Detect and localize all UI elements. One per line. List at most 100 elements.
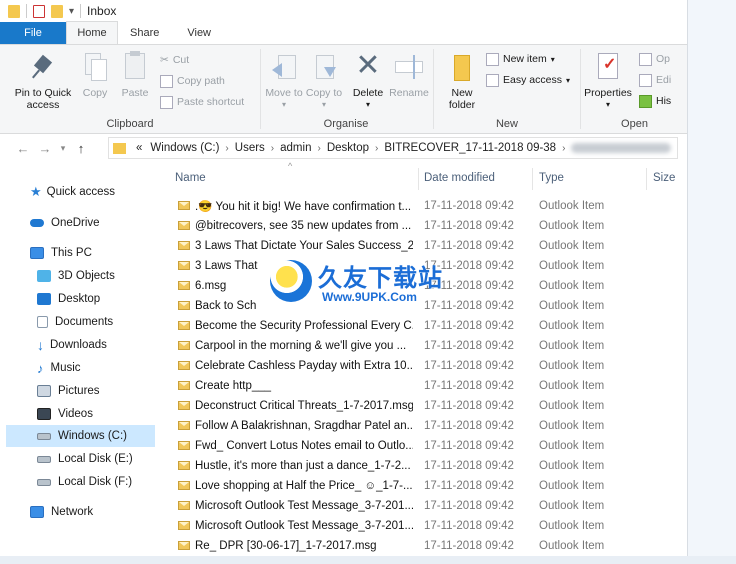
table-row[interactable]: Fwd_ Convert Lotus Notes email to Outlo.… <box>158 436 687 456</box>
easy-access-button[interactable]: Easy access ▾ <box>486 71 570 89</box>
file-name: Deconstruct Critical Threats_1-7-2017.ms… <box>195 400 413 412</box>
column-type[interactable]: Type <box>539 172 564 184</box>
nav-item-network[interactable]: Network <box>0 501 155 523</box>
copy-path-button[interactable]: Copy path <box>160 72 225 90</box>
table-row[interactable]: Celebrate Cashless Payday with Extra 10.… <box>158 356 687 376</box>
rename-button[interactable]: Rename <box>389 51 429 99</box>
paste-shortcut-button[interactable]: Paste shortcut <box>160 93 244 111</box>
table-row[interactable]: Follow A Balakrishnan, Sragdhar Patel an… <box>158 416 687 436</box>
paste-shortcut-icon <box>160 95 173 109</box>
nav-item-windows-c[interactable]: Windows (C:) <box>6 425 155 447</box>
table-row[interactable]: Deconstruct Critical Threats_1-7-2017.ms… <box>158 396 687 416</box>
recent-locations-icon[interactable]: ▾ <box>56 143 70 154</box>
delete-button[interactable]: ✕ Delete ▾ <box>349 51 387 111</box>
chevron-right-icon[interactable]: › <box>373 143 380 154</box>
dropdown-arrow-icon: ▾ <box>605 100 610 109</box>
pin-button[interactable]: Pin to Quick access <box>10 51 76 111</box>
nav-item-documents[interactable]: Documents <box>0 311 155 333</box>
nav-item-3d-objects[interactable]: 3D Objects <box>0 265 155 287</box>
column-name[interactable]: Name <box>175 172 206 184</box>
file-type: Outlook Item <box>539 280 605 292</box>
dropdown-arrow-icon: ▾ <box>321 100 326 109</box>
up-arrow-icon[interactable]: ↑ <box>70 141 92 156</box>
nav-item-quick-access[interactable]: ★ Quick access <box>0 181 155 203</box>
properties-check-icon[interactable] <box>33 4 45 18</box>
chevron-right-icon[interactable]: › <box>315 143 322 154</box>
back-arrow-icon[interactable]: ← <box>12 141 34 156</box>
breadcrumb-bitrecover[interactable]: BITRECOVER_17-11-2018 09-38 <box>380 142 560 154</box>
divider <box>26 4 27 18</box>
network-icon <box>30 506 44 518</box>
nav-item-disk-f[interactable]: Local Disk (F:) <box>0 471 155 493</box>
chevron-right-icon[interactable]: › <box>269 143 276 154</box>
nav-label: Local Disk (F:) <box>58 476 133 488</box>
customize-toolbar-icon[interactable]: ▾ <box>69 6 74 17</box>
copy-to-button[interactable]: Copy to ▾ <box>305 51 343 111</box>
divider[interactable] <box>532 168 533 190</box>
tab-view[interactable]: View <box>173 22 225 44</box>
nav-item-this-pc[interactable]: This PC <box>0 242 155 264</box>
table-row[interactable]: .😎 You hit it big! We have confirmation … <box>158 196 687 216</box>
new-folder-button[interactable]: New folder <box>444 51 480 111</box>
table-row[interactable]: Become the Security Professional Every C… <box>158 316 687 336</box>
divider[interactable] <box>646 168 647 190</box>
table-row[interactable]: Re_ DPR [30-06-17]_1-7-2017.msg 17-11-201… <box>158 536 687 556</box>
table-row[interactable]: Microsoft Outlook Test Message_3-7-201..… <box>158 496 687 516</box>
tab-home[interactable]: Home <box>66 21 118 44</box>
table-row[interactable]: Love shopping at Half the Price_ ☺_1-7-.… <box>158 476 687 496</box>
cut-button[interactable]: ✂ Cut <box>160 51 189 69</box>
table-row[interactable]: @bitrecovers, see 35 new updates from ..… <box>158 216 687 236</box>
edit-button[interactable]: Edi <box>639 71 671 89</box>
move-to-button[interactable]: Move to ▾ <box>265 51 303 111</box>
breadcrumb-desktop[interactable]: Desktop <box>323 142 373 154</box>
nav-item-pictures[interactable]: Pictures <box>0 380 155 402</box>
paste-button[interactable]: Paste <box>116 51 154 99</box>
table-row[interactable]: 6.msg 17-11-2018 09:42 Outlook Item <box>158 276 687 296</box>
table-row[interactable]: Create http___ 17-11-2018 09:42 Outlook It… <box>158 376 687 396</box>
table-row[interactable]: 3 Laws That 17-11-2018 09:42 Outlook Item <box>158 256 687 276</box>
table-row[interactable]: 3 Laws That Dictate Your Sales Success_2… <box>158 236 687 256</box>
file-name: Love shopping at Half the Price_ ☺_1-7-.… <box>195 480 413 492</box>
column-date-modified[interactable]: Date modified <box>424 172 495 184</box>
drive-icon <box>37 478 51 486</box>
breadcrumb-users[interactable]: Users <box>231 142 269 154</box>
nav-item-downloads[interactable]: ↓ Downloads <box>0 334 155 356</box>
nav-item-desktop[interactable]: Desktop <box>0 288 155 310</box>
new-folder-icon[interactable] <box>51 4 63 18</box>
breadcrumb-windows-c[interactable]: Windows (C:) <box>146 142 223 154</box>
divider <box>80 4 82 18</box>
breadcrumb-admin[interactable]: admin <box>276 142 315 154</box>
forward-arrow-icon[interactable]: → <box>34 141 56 156</box>
nav-label: Documents <box>55 316 114 328</box>
history-button[interactable]: His <box>639 92 671 110</box>
tab-share[interactable]: Share <box>118 22 173 44</box>
chevron-right-icon[interactable]: › <box>560 143 567 154</box>
breadcrumb-overflow[interactable]: « <box>132 142 146 154</box>
file-name: 6.msg <box>195 280 227 292</box>
nav-item-onedrive[interactable]: OneDrive <box>0 212 155 234</box>
new-item-button[interactable]: New item ▾ <box>486 50 555 68</box>
chevron-right-icon[interactable]: › <box>223 143 230 154</box>
file-name: 3 Laws That Dictate Your Sales Success_2… <box>195 240 413 252</box>
tab-file[interactable]: File <box>0 22 66 44</box>
table-row[interactable]: Microsoft Outlook Test Message_3-7-201..… <box>158 516 687 536</box>
new-item-icon <box>486 52 499 66</box>
copy-button[interactable]: Copy <box>78 51 112 99</box>
open-button[interactable]: Op <box>639 50 670 68</box>
address-bar[interactable]: « Windows (C:) › Users › admin › Desktop… <box>108 137 678 159</box>
folder-icon <box>113 142 126 154</box>
properties-button[interactable]: ✓ Properties ▾ <box>583 51 633 111</box>
breadcrumb-blurred[interactable] <box>571 143 672 153</box>
envelope-icon <box>178 281 190 290</box>
table-row[interactable]: Back to Sch 17-11-2018 09:42 Outlook Item <box>158 296 687 316</box>
table-row[interactable]: Hustle, it's more than just a dance_1-7-… <box>158 456 687 476</box>
column-size[interactable]: Size <box>653 172 675 184</box>
table-row[interactable]: Carpool in the morning & we'll give you … <box>158 336 687 356</box>
nav-item-music[interactable]: ♪ Music <box>0 357 155 379</box>
divider[interactable] <box>418 168 419 190</box>
new-group: New folder New item ▾ Easy access ▾ New <box>434 45 580 133</box>
nav-label: Desktop <box>58 293 101 305</box>
easy-access-icon <box>486 73 499 87</box>
nav-item-videos[interactable]: Videos <box>0 403 155 425</box>
nav-item-disk-e[interactable]: Local Disk (E:) <box>0 448 155 470</box>
